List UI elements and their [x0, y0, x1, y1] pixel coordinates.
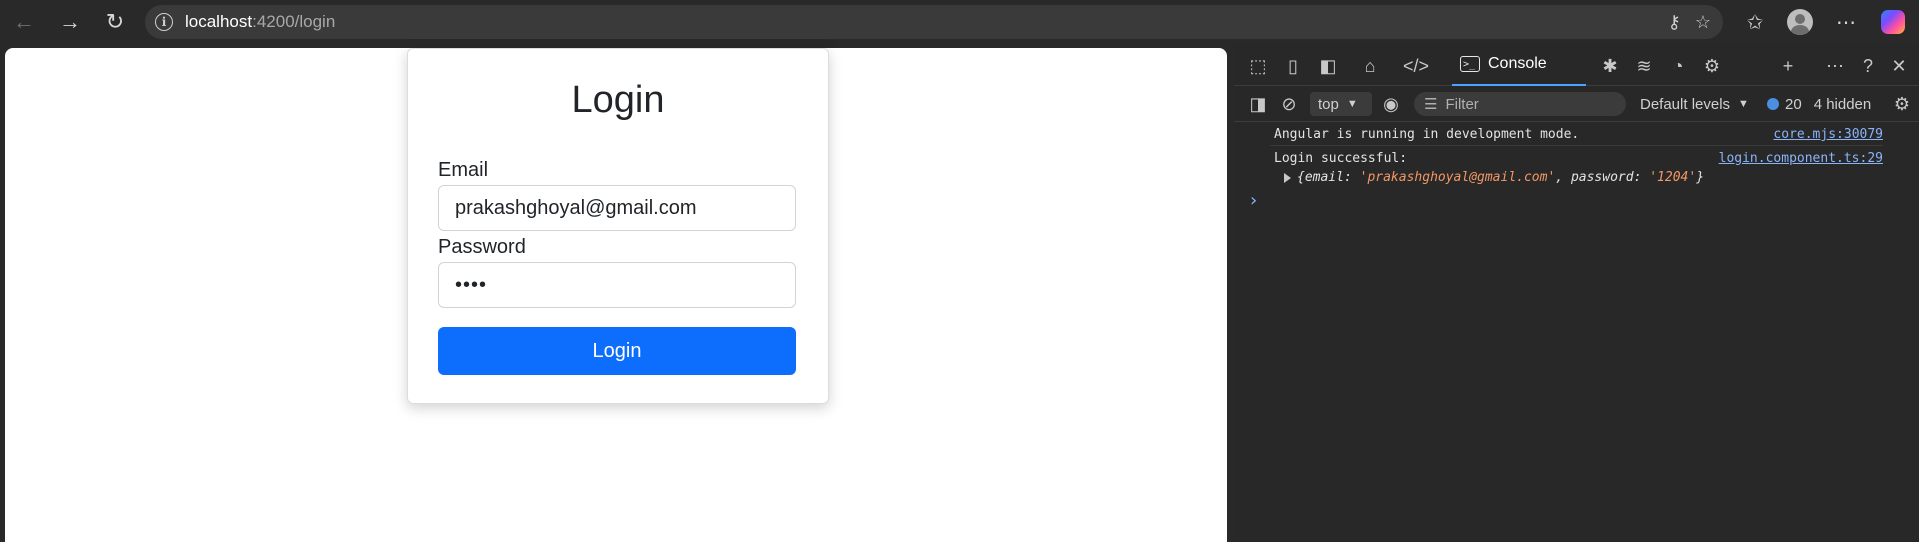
browser-toolbar: ← → ↻ i localhost:4200/login ⚷ ☆ ✩ ⋯: [0, 0, 1919, 44]
inspect-element-icon[interactable]: ⬚: [1246, 54, 1270, 78]
filter-placeholder: Filter: [1445, 95, 1479, 113]
page-viewport: Login Email prakashghoyal@gmail.com Pass…: [5, 48, 1227, 542]
log-levels-dropdown[interactable]: Default levels ▼: [1640, 92, 1749, 116]
live-expression-eye-icon[interactable]: ◉: [1379, 92, 1403, 116]
object-key: , password:: [1555, 170, 1650, 185]
sidebar-toggle-icon[interactable]: ◨: [1246, 92, 1270, 116]
expand-triangle-icon[interactable]: [1284, 172, 1291, 183]
hidden-count: 4 hidden: [1813, 95, 1872, 113]
console-toolbar: ◨ ⊘ top ▼ ◉ ☰ Filter Default levels ▼ 20…: [1234, 86, 1919, 122]
memory-chip-icon[interactable]: ⚙: [1700, 54, 1724, 78]
device-toolbar-icon[interactable]: ▯: [1281, 54, 1305, 78]
object-string-value: '1204': [1649, 170, 1697, 185]
favorites-icon[interactable]: ✩: [1741, 8, 1769, 36]
help-icon[interactable]: ?: [1856, 54, 1880, 78]
console-log-row: Login successful: login.component.ts:29: [1270, 146, 1883, 170]
object-preview[interactable]: {email: 'prakashghoyal@gmail.com', passw…: [1284, 170, 1704, 185]
log-message: Angular is running in development mode.: [1274, 127, 1580, 142]
chevron-down-icon: ▼: [1738, 98, 1749, 110]
bug-icon[interactable]: ✱: [1598, 54, 1622, 78]
home-icon[interactable]: ⌂: [1358, 54, 1382, 78]
address-bar[interactable]: i localhost:4200/login ⚷ ☆: [145, 5, 1723, 39]
performance-gauge-icon[interactable]: ◔: [1666, 54, 1690, 78]
password-field[interactable]: ••••: [438, 262, 796, 308]
filter-input[interactable]: ☰ Filter: [1414, 92, 1626, 116]
site-info-icon[interactable]: i: [155, 13, 173, 31]
context-select-value: top: [1318, 95, 1339, 113]
console-icon: >_: [1460, 56, 1480, 72]
copilot-button[interactable]: [1879, 8, 1907, 36]
log-message: Login successful:: [1274, 151, 1408, 166]
log-levels-label: Default levels: [1640, 95, 1731, 113]
avatar: [1787, 9, 1813, 35]
email-field[interactable]: prakashghoyal@gmail.com: [438, 185, 796, 231]
context-select[interactable]: top ▼: [1310, 92, 1372, 116]
tab-console-label: Console: [1488, 55, 1547, 72]
tab-console[interactable]: >_ Console: [1452, 44, 1586, 86]
page-title: Login: [571, 79, 665, 121]
dock-side-icon[interactable]: ◧: [1316, 54, 1340, 78]
favorite-star-icon[interactable]: ☆: [1695, 12, 1711, 33]
url-text[interactable]: localhost:4200/login: [185, 12, 335, 32]
profile-button[interactable]: [1786, 8, 1814, 36]
add-tab-icon[interactable]: +: [1776, 54, 1800, 78]
forward-arrow-icon[interactable]: →: [56, 8, 84, 36]
object-string-value: 'prakashghoyal@gmail.com': [1359, 170, 1556, 185]
issues-counter[interactable]: 20 4 hidden: [1767, 92, 1871, 116]
chevron-down-icon: ▼: [1346, 98, 1358, 110]
more-tools-icon[interactable]: ⋯: [1823, 54, 1847, 78]
console-settings-gear-icon[interactable]: ⚙: [1890, 92, 1914, 116]
copilot-icon: [1881, 10, 1905, 34]
login-card: Login Email prakashghoyal@gmail.com Pass…: [407, 48, 829, 404]
key-icon[interactable]: ⚷: [1668, 12, 1681, 33]
log-source-link[interactable]: login.component.ts:29: [1719, 151, 1883, 166]
issues-icon: [1767, 98, 1779, 110]
email-label: Email: [438, 159, 489, 181]
log-source-link[interactable]: core.mjs:30079: [1773, 127, 1883, 142]
devtools-tabbar: ⬚ ▯ ◧ ⌂ </> >_ Console ✱ ≋ ◔ ⚙ + ⋯ ? ✕: [1234, 44, 1919, 86]
elements-code-icon[interactable]: </>: [1403, 54, 1429, 78]
console-output: Angular is running in development mode. …: [1234, 122, 1919, 211]
clear-console-icon[interactable]: ⊘: [1277, 92, 1301, 116]
network-wifi-icon[interactable]: ≋: [1632, 54, 1656, 78]
url-host: localhost: [185, 12, 253, 31]
filter-icon: ☰: [1424, 96, 1438, 113]
back-arrow-icon[interactable]: ←: [10, 8, 38, 36]
close-icon[interactable]: ✕: [1887, 54, 1911, 78]
login-button[interactable]: Login: [438, 327, 796, 375]
console-log-row: Angular is running in development mode. …: [1270, 122, 1883, 146]
more-menu-icon[interactable]: ⋯: [1832, 8, 1860, 36]
issues-count: 20: [1785, 95, 1802, 113]
console-prompt-chevron-icon[interactable]: ›: [1250, 190, 1257, 211]
devtools-panel: ⬚ ▯ ◧ ⌂ </> >_ Console ✱ ≋ ◔ ⚙ + ⋯ ? ✕ ◨…: [1234, 44, 1919, 542]
url-path: :4200/login: [252, 12, 336, 31]
refresh-icon[interactable]: ↻: [101, 8, 129, 36]
object-key: email:: [1304, 170, 1360, 185]
password-label: Password: [438, 236, 526, 258]
